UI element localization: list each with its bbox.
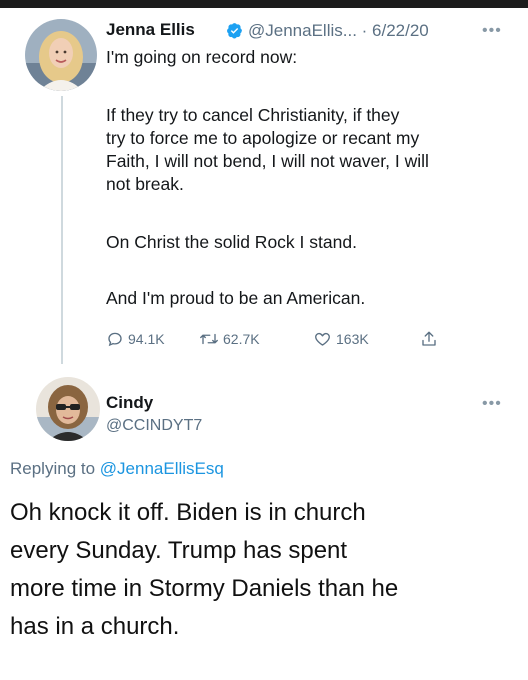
reply-text-line: Oh knock it off. Biden is in church (10, 499, 366, 526)
tweet-paragraph-4: And I'm proud to be an American. (106, 287, 365, 310)
tweet-author-name[interactable]: Jenna Ellis (106, 20, 195, 40)
tweet-text-line: And I'm proud to be an American. (106, 288, 366, 308)
verified-badge-icon (227, 23, 242, 39)
replying-to-label: Replying to (10, 459, 96, 478)
reply-text-line: has in a church. (10, 613, 180, 640)
reply-button[interactable]: 94.1K (106, 327, 165, 351)
like-icon (315, 332, 330, 346)
top-edge-shadow (0, 0, 528, 8)
tweet-text-line: try to force me to apologize or recant m… (106, 128, 420, 148)
tweet-text-line: Faith, I will not bend, I will not waver… (106, 151, 429, 171)
reply-author-name[interactable]: Cindy (106, 393, 153, 413)
jenna-ellis-avatar[interactable] (25, 19, 97, 91)
tweet-text-line: not break. (106, 174, 184, 194)
retweet-button[interactable]: 62.7K (199, 327, 260, 351)
tweet-paragraph-3: On Christ the solid Rock I stand. (106, 231, 357, 254)
reply-more-options-icon[interactable]: ••• (482, 396, 502, 412)
like-button[interactable]: 163K (313, 327, 369, 351)
replying-to-mention-link[interactable]: @JennaEllisEsq (100, 459, 224, 478)
reply-text-line: every Sunday. Trump has spent (10, 537, 348, 564)
reply-body: Oh knock it off. Biden is in church ever… (10, 494, 398, 646)
tweet-text-line: On Christ the solid Rock I stand. (106, 232, 357, 252)
reply-author-handle[interactable]: @CCINDYT7 (106, 417, 202, 435)
tweet-text-line: I'm going on record now: (106, 47, 298, 67)
reply-icon (108, 332, 122, 347)
reply-count: 94.1K (128, 331, 165, 347)
reply-text-line: more time in Stormy Daniels than he (10, 575, 399, 602)
like-count: 163K (336, 331, 369, 347)
share-button[interactable] (420, 327, 438, 351)
retweet-icon (200, 333, 218, 345)
tweet-paragraph-2: If they try to cancel Christianity, if t… (106, 104, 429, 196)
tweet-text-line: If they try to cancel Christianity, if t… (106, 105, 400, 125)
thread-connector-line (61, 96, 63, 364)
cindy-avatar[interactable] (36, 377, 100, 441)
share-icon (422, 331, 436, 346)
retweet-count: 62.7K (223, 331, 260, 347)
tweet-handle-and-date: @JennaEllis... · 6/22/20 (248, 21, 429, 40)
more-options-icon[interactable]: ••• (482, 23, 502, 39)
replying-to-line: Replying to @JennaEllisEsq (10, 459, 224, 479)
tweet-paragraph-1: I'm going on record now: (106, 46, 297, 69)
